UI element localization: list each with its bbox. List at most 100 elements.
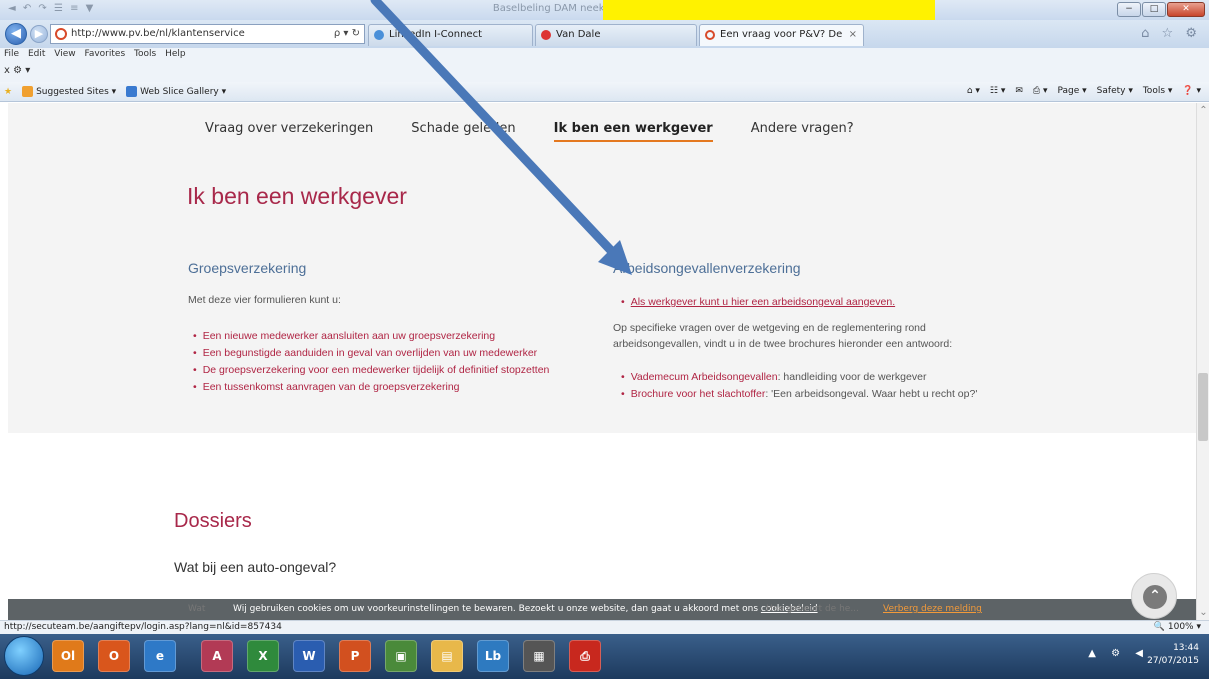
nav-other-questions[interactable]: Andere vragen? bbox=[751, 121, 854, 142]
scroll-down-icon[interactable]: ⌄ bbox=[1197, 607, 1209, 618]
group-insurance-links: Een nieuwe medewerker aansluiten aan uw … bbox=[193, 328, 550, 396]
home-tool[interactable]: ⌂ ▾ bbox=[967, 86, 980, 96]
hide-cookie-notice-link[interactable]: Verberg deze melding bbox=[883, 604, 982, 614]
nav-damage[interactable]: Schade geleden bbox=[411, 121, 515, 142]
close-button[interactable]: ✕ bbox=[1167, 2, 1205, 17]
link-new-employee[interactable]: Een nieuwe medewerker aansluiten aan uw … bbox=[193, 328, 549, 345]
menu-help[interactable]: Help bbox=[165, 49, 186, 59]
help-menu[interactable]: ❓ ▾ bbox=[1182, 86, 1201, 96]
clock[interactable]: 13:44 27/07/2015 bbox=[1147, 642, 1199, 668]
minimize-button[interactable]: − bbox=[1117, 2, 1141, 17]
highlight-annotation bbox=[603, 0, 935, 20]
scroll-up-icon[interactable]: ⌃ bbox=[1197, 105, 1209, 116]
page-title: Ik ben een werkgever bbox=[187, 183, 407, 209]
picture-viewer-icon[interactable]: ▣ bbox=[385, 640, 417, 672]
status-bar: http://secuteam.be/aangiftepv/login.asp?… bbox=[0, 620, 1209, 634]
nav-employer[interactable]: Ik ben een werkgever bbox=[553, 121, 713, 142]
tab-van-dale[interactable]: Van Dale bbox=[535, 24, 697, 46]
lync-icon[interactable]: Lb bbox=[477, 640, 509, 672]
safety-menu[interactable]: Safety ▾ bbox=[1097, 86, 1133, 96]
address-url: http://www.pv.be/nl/klantenservice bbox=[71, 28, 245, 39]
link-stop-insurance-text[interactable]: De groepsverzekering voor een medewerker… bbox=[203, 364, 550, 376]
link-intervention[interactable]: Een tussenkomst aanvragen van de groepsv… bbox=[193, 379, 549, 396]
word-icon[interactable]: W bbox=[293, 640, 325, 672]
tab-linkedin[interactable]: LinkedIn I-Connect bbox=[368, 24, 533, 46]
address-bar[interactable]: http://www.pv.be/nl/klantenservice ρ ▾ ↻ bbox=[50, 24, 365, 44]
vademecum-link[interactable]: Vademecum Arbeidsongevallen bbox=[631, 371, 778, 383]
command-bar-icons[interactable]: x ⚙ ▾ bbox=[4, 65, 30, 76]
tab-pv[interactable]: Een vraag voor P&V? De kla... × bbox=[699, 24, 864, 60]
declare-accident-item[interactable]: Als werkgever kunt u hier een arbeidsong… bbox=[621, 294, 895, 311]
tab-label: LinkedIn I-Connect bbox=[389, 29, 482, 40]
group-insurance-intro: Met deze vier formulieren kunt u: bbox=[188, 294, 341, 306]
maximize-button[interactable]: □ bbox=[1142, 2, 1166, 17]
page-menu[interactable]: Page ▾ bbox=[1058, 86, 1087, 96]
start-button[interactable] bbox=[4, 636, 44, 676]
outlook-icon[interactable]: Ol bbox=[52, 640, 84, 672]
declare-accident-link[interactable]: Als werkgever kunt u hier een arbeidsong… bbox=[631, 296, 895, 308]
media-icon[interactable]: O bbox=[98, 640, 130, 672]
menu-view[interactable]: View bbox=[54, 49, 75, 59]
site-nav: Vraag over verzekeringen Schade geleden … bbox=[205, 121, 854, 142]
link-beneficiary[interactable]: Een begunstigde aanduiden in geval van o… bbox=[193, 345, 549, 362]
favorites-bar: ★ Suggested Sites ▾ Web Slice Gallery ▾ … bbox=[0, 82, 1209, 102]
back-button[interactable]: ◀ bbox=[5, 23, 27, 45]
forward-button[interactable]: ▶ bbox=[30, 25, 48, 43]
scroll-thumb[interactable] bbox=[1198, 373, 1208, 441]
command-bar: x ⚙ ▾ bbox=[0, 62, 1209, 82]
work-accident-title: Arbeidsongevallenverzekering bbox=[613, 260, 801, 276]
brochure-list: Vademecum Arbeidsongevallen: handleiding… bbox=[621, 369, 978, 403]
dossier-box-ghost-right: Hoe gebeurt de he... bbox=[766, 604, 859, 614]
chevron-up-icon: ⌃ bbox=[1143, 585, 1167, 609]
remote-desktop-icon[interactable]: ▦ bbox=[523, 640, 555, 672]
adobe-reader-icon[interactable]: ⎙ bbox=[569, 640, 601, 672]
print-tool[interactable]: ⎙ ▾ bbox=[1033, 86, 1048, 96]
status-url: http://secuteam.be/aangiftepv/login.asp?… bbox=[4, 622, 282, 632]
nav-insurance-questions[interactable]: Vraag over verzekeringen bbox=[205, 121, 373, 142]
employer-panel bbox=[8, 103, 1196, 433]
bing-icon bbox=[22, 86, 34, 97]
file-explorer-icon[interactable]: ▤ bbox=[431, 640, 463, 672]
windows-taskbar: Ol O e A X W P ▣ ▤ Lb ▦ ⎙ ▲ ⚙ ◀ 13:44 27… bbox=[0, 634, 1209, 679]
home-favorites-settings-icons[interactable]: ⌂ ☆ ⚙ bbox=[1141, 26, 1201, 41]
close-tab-icon[interactable]: × bbox=[849, 25, 857, 45]
tab-icon bbox=[541, 30, 551, 40]
menu-edit[interactable]: Edit bbox=[28, 49, 45, 59]
vademecum-desc: : handleiding voor de werkgever bbox=[777, 371, 927, 383]
link-intervention-text[interactable]: Een tussenkomst aanvragen van de groepsv… bbox=[203, 381, 460, 393]
link-stop-insurance[interactable]: De groepsverzekering voor een medewerker… bbox=[193, 362, 550, 379]
link-beneficiary-text[interactable]: Een begunstigde aanduiden in geval van o… bbox=[203, 347, 537, 359]
powerpoint-icon[interactable]: P bbox=[339, 640, 371, 672]
web-slice-gallery[interactable]: Web Slice Gallery ▾ bbox=[126, 86, 226, 97]
mail-tool[interactable]: ✉ bbox=[1015, 86, 1023, 96]
feeds-tool[interactable]: ☷ ▾ bbox=[990, 86, 1005, 96]
internet-explorer-icon[interactable]: e bbox=[144, 640, 176, 672]
address-row: ◀ ▶ http://www.pv.be/nl/klantenservice ρ… bbox=[0, 20, 1209, 60]
excel-icon[interactable]: X bbox=[247, 640, 279, 672]
zoom-level[interactable]: 🔍 100% ▾ bbox=[1154, 622, 1201, 632]
menu-file[interactable]: File bbox=[4, 49, 19, 59]
favorites-star-icon[interactable]: ★ bbox=[4, 87, 12, 97]
search-refresh-icon[interactable]: ρ ▾ ↻ bbox=[334, 25, 360, 43]
web-slice-label: Web Slice Gallery ▾ bbox=[140, 86, 227, 97]
vertical-scrollbar[interactable]: ⌃ ⌄ bbox=[1196, 103, 1209, 620]
brochure-vademecum[interactable]: Vademecum Arbeidsongevallen: handleiding… bbox=[621, 369, 977, 386]
window-controls: − □ ✕ bbox=[1117, 2, 1205, 17]
dossiers-subheading: Wat bij een auto-ongeval? bbox=[174, 559, 337, 575]
menu-favorites[interactable]: Favorites bbox=[84, 49, 125, 59]
tab-label: Van Dale bbox=[556, 29, 601, 40]
site-icon bbox=[55, 28, 67, 40]
brochure-victim[interactable]: Brochure voor het slachtoffer: 'Een arbe… bbox=[621, 386, 978, 403]
system-tray-icons[interactable]: ▲ ⚙ ◀ bbox=[1088, 648, 1149, 659]
access-icon[interactable]: A bbox=[201, 640, 233, 672]
work-accident-text: Op specifieke vragen over de wetgeving e… bbox=[613, 322, 953, 350]
cookie-bar: Wat Wij gebruiken cookies om uw voorkeur… bbox=[8, 599, 1196, 620]
victim-brochure-link[interactable]: Brochure voor het slachtoffer bbox=[631, 388, 766, 400]
group-insurance-title: Groepsverzekering bbox=[188, 260, 307, 276]
menu-tools[interactable]: Tools bbox=[134, 49, 156, 59]
suggested-sites[interactable]: Suggested Sites ▾ bbox=[22, 86, 116, 97]
victim-brochure-desc: : 'Een arbeidsongeval. Waar hebt u recht… bbox=[765, 388, 978, 400]
link-new-employee-text[interactable]: Een nieuwe medewerker aansluiten aan uw … bbox=[203, 330, 495, 342]
tools-menu[interactable]: Tools ▾ bbox=[1143, 86, 1173, 96]
back-to-top-button[interactable]: ⌃ bbox=[1131, 573, 1177, 619]
